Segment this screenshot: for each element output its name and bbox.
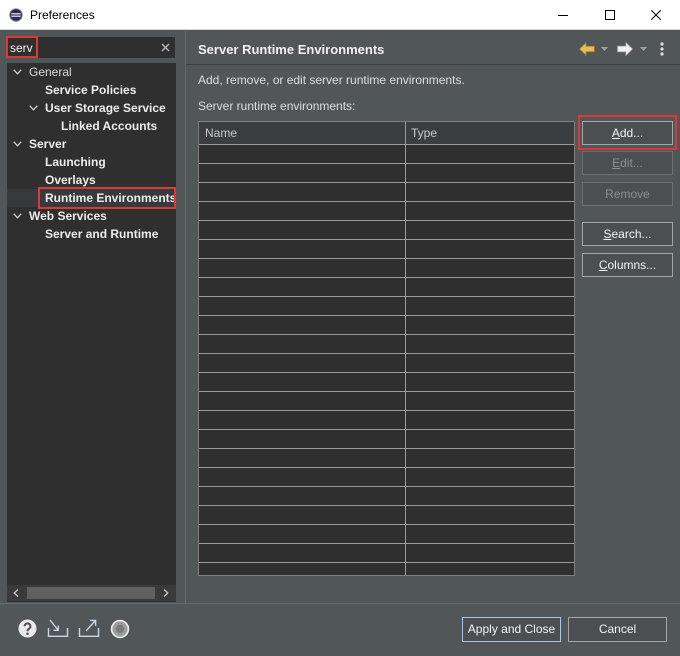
columns-button-label: Columns...	[598, 258, 657, 272]
runtime-environments-table[interactable]: Name Type	[198, 121, 575, 576]
title-bar: Preferences	[0, 0, 680, 30]
tree-item-label: Launching	[45, 155, 106, 169]
cancel-label: Cancel	[598, 622, 637, 636]
page-description: Add, remove, or edit server runtime envi…	[198, 73, 465, 87]
chevron-down-icon[interactable]	[13, 141, 22, 147]
table-label: Server runtime environments:	[198, 99, 356, 113]
column-divider	[405, 145, 406, 575]
tree-item-label: User Storage Service	[45, 101, 166, 115]
preferences-window: Preferences General Service Policies Use…	[0, 0, 680, 656]
clear-icon[interactable]	[161, 43, 170, 52]
add-button[interactable]: Add...	[582, 121, 673, 145]
tree-item-label: Server	[29, 137, 67, 151]
window-title: Preferences	[30, 8, 95, 22]
tree-item-label: Web Services	[29, 209, 107, 223]
column-header-type[interactable]: Type	[406, 122, 574, 144]
page-title: Server Runtime Environments	[198, 42, 385, 57]
add-button-label: Add...	[611, 126, 644, 140]
scroll-right-icon[interactable]	[163, 589, 169, 597]
forward-history-dropdown-icon[interactable]	[640, 47, 647, 51]
tree-item-label: Server and Runtime	[45, 227, 159, 241]
minimize-button[interactable]	[540, 0, 586, 30]
tree-item-general[interactable]: General	[7, 63, 176, 81]
scroll-left-icon[interactable]	[13, 589, 19, 597]
filter-input[interactable]	[10, 38, 158, 57]
remove-button-label: Remove	[605, 187, 650, 201]
tree-item-label: Overlays	[45, 173, 96, 187]
tree-horizontal-scrollbar[interactable]	[7, 585, 176, 601]
chevron-down-icon[interactable]	[29, 105, 38, 111]
import-icon[interactable]	[47, 618, 69, 638]
tree-item-label: Runtime Environments	[45, 191, 176, 205]
tree-item-service-policies[interactable]: Service Policies	[7, 81, 176, 99]
minimize-icon	[558, 15, 568, 16]
search-button-label: Search...	[603, 227, 652, 241]
tree-item-launching[interactable]: Launching	[7, 153, 176, 171]
tree-item-web-services[interactable]: Web Services	[7, 207, 176, 225]
help-icon[interactable]	[18, 619, 37, 638]
edit-button-label: Edit...	[612, 156, 643, 170]
scrollbar-thumb[interactable]	[27, 587, 155, 599]
view-menu-icon[interactable]	[660, 42, 664, 56]
tree-item-user-storage-service[interactable]: User Storage Service	[7, 99, 176, 117]
maximize-icon	[605, 10, 615, 20]
tree-item-runtime-environments[interactable]: Runtime Environments	[7, 189, 176, 207]
remove-button[interactable]: Remove	[582, 182, 673, 206]
eclipse-icon	[9, 8, 23, 22]
forward-arrow-icon[interactable]	[617, 42, 633, 56]
export-icon[interactable]	[78, 618, 100, 638]
oomph-icon[interactable]	[110, 619, 130, 639]
chevron-down-icon[interactable]	[13, 213, 22, 219]
back-arrow-icon[interactable]	[579, 42, 595, 56]
apply-and-close-label: Apply and Close	[467, 622, 556, 636]
close-icon	[651, 10, 661, 20]
maximize-button[interactable]	[587, 0, 633, 30]
cancel-button[interactable]: Cancel	[568, 617, 667, 642]
table-body[interactable]	[199, 145, 574, 575]
tree-item-label: Linked Accounts	[61, 119, 158, 133]
close-button[interactable]	[633, 0, 679, 30]
tree-item-server[interactable]: Server	[7, 135, 176, 153]
header-separator	[186, 64, 680, 65]
pane-divider[interactable]	[185, 31, 186, 603]
chevron-down-icon[interactable]	[13, 69, 22, 75]
apply-and-close-button[interactable]: Apply and Close	[462, 617, 561, 642]
edit-button[interactable]: Edit...	[582, 151, 673, 175]
filter-box	[7, 37, 175, 58]
back-history-dropdown-icon[interactable]	[601, 47, 608, 51]
columns-button[interactable]: Columns...	[582, 253, 673, 277]
tree-item-linked-accounts[interactable]: Linked Accounts	[7, 117, 176, 135]
tree-item-label: Service Policies	[45, 83, 137, 97]
column-header-name[interactable]: Name	[199, 122, 406, 144]
table-header: Name Type	[199, 122, 574, 145]
tree-item-server-and-runtime[interactable]: Server and Runtime	[7, 225, 176, 243]
tree-item-overlays[interactable]: Overlays	[7, 171, 176, 189]
footer-separator	[0, 603, 680, 604]
preferences-tree[interactable]: General Service Policies User Storage Se…	[7, 63, 176, 602]
tree-item-label: General	[29, 65, 72, 79]
search-button[interactable]: Search...	[582, 222, 673, 246]
